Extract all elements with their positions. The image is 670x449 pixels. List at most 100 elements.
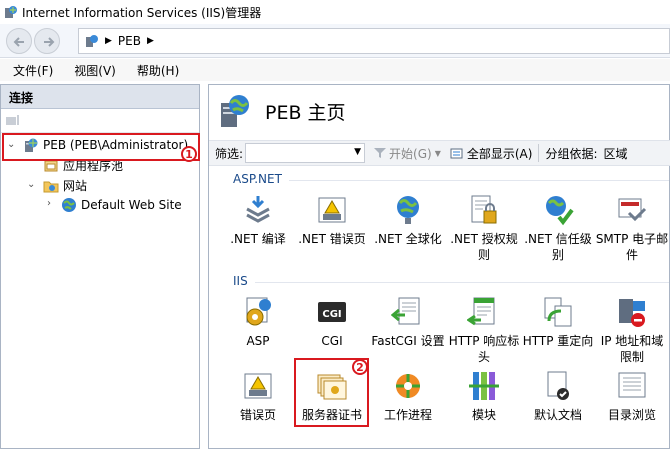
tree-item-label: Default Web Site [81,198,182,212]
feature-label: 错误页 [239,408,276,422]
feature-asp[interactable]: ASP [221,295,295,349]
dropdown-arrow-icon: ▼ [434,148,441,158]
error-pages-icon [244,373,272,399]
dropdown-arrow-icon[interactable]: ▼ [354,147,361,157]
address-bar: ▶ PEB ▶ [0,24,670,58]
back-button[interactable] [6,28,32,54]
feature-directory-browsing[interactable]: 目录浏览 [595,369,669,423]
tree-item-label: PEB (PEB\Administrator) [43,138,189,152]
tree-item-sites[interactable]: 网站 [43,177,87,194]
feature-label: .NET 全球化 [374,232,442,246]
worker-process-icon [396,374,420,398]
ip-restrict-icon [619,299,645,327]
smtp-icon [618,198,647,222]
home-header: PEB 主页 [217,93,346,129]
feature-net-authorization[interactable]: .NET 授权规则 [447,193,521,263]
asp-icon [246,297,271,326]
net-error-pages-icon [318,197,346,223]
tree-item-label: 网站 [63,179,88,193]
annotation-badge-1: 1 [181,146,197,162]
tree-item-app-pools[interactable]: 应用程序池 [43,157,123,174]
feature-net-compilation[interactable]: .NET 编译 [221,193,295,247]
menu-view[interactable]: 视图(V) [66,62,124,79]
show-all-button[interactable]: 全部显示(A) [449,145,533,162]
globe-icon [62,198,76,212]
page-title: PEB 主页 [265,101,346,124]
feature-worker-processes[interactable]: 工作进程 [371,369,445,423]
fastcgi-icon [391,297,420,325]
forward-arrow-icon [44,37,55,47]
connections-pane: 连接 ⌄ PEB (PEB\Administrator) 应用程序池 ⌄ 网站 … [0,84,200,449]
feature-http-headers[interactable]: HTTP 响应标头 [447,295,521,365]
funnel-icon [374,148,387,158]
tree-item-default-site[interactable]: Default Web Site [61,197,182,213]
app-pool-icon [44,160,58,171]
feature-label: .NET 编译 [230,232,286,246]
back-arrow-icon [13,37,24,47]
feature-label: 默认文档 [533,408,582,422]
server-large-icon [221,95,249,127]
net-trust-icon [546,196,574,226]
feature-net-globalization[interactable]: .NET 全球化 [371,193,445,247]
expand-chevron-icon[interactable]: ⌄ [7,139,15,150]
feature-http-redirect[interactable]: HTTP 重定向 [521,295,595,349]
feature-label: ASP [246,334,270,348]
feature-label: 服务器证书 [301,408,362,422]
start-label: 开始(G) [389,146,432,161]
feature-label: .NET 授权规则 [450,232,518,262]
home-pane: PEB 主页 筛选: ▼ 开始(G) ▼ 全部显示(A) 分组依据: 区域 AS… [208,84,670,449]
menu-file[interactable]: 文件(F) [5,62,61,79]
menu-help[interactable]: 帮助(H) [129,62,187,79]
address-field[interactable]: ▶ PEB ▶ [78,28,670,54]
feature-default-document[interactable]: 默认文档 [521,369,595,423]
window-title: Internet Information Services (IIS)管理器 [22,5,262,20]
feature-modules[interactable]: 模块 [447,369,521,423]
section-divider [255,282,669,283]
start-button[interactable]: 开始(G) ▼ [373,145,441,162]
feature-label: 工作进程 [383,408,432,422]
feature-fastcgi[interactable]: FastCGI 设置 [371,295,445,349]
collapsed-chevron-icon[interactable]: › [47,198,51,209]
chevron-right-icon[interactable]: ▶ [147,36,154,46]
toolbar-separator [538,144,540,162]
new-connection-icon[interactable] [5,113,21,127]
annotation-badge-2: 2 [352,359,368,375]
group-by-select[interactable]: 区域 [604,145,628,162]
svg-text:CGI: CGI [322,309,341,320]
title-bar: Internet Information Services (IIS)管理器 [0,0,670,24]
filter-label: 筛选: [215,146,244,161]
connections-heading: 连接 [1,85,199,109]
feature-server-certificates[interactable]: 服务器证书 [295,369,369,423]
feature-net-trust-levels[interactable]: .NET 信任级别 [521,193,595,263]
modules-icon [469,372,499,400]
filter-input[interactable]: ▼ [245,143,366,163]
feature-label: .NET 信任级别 [524,232,592,262]
section-heading-iis: IIS [233,274,248,288]
forward-button[interactable] [34,28,60,54]
address-path: PEB [117,34,141,48]
http-redirect-icon [544,297,572,327]
iis-app-icon [5,6,17,18]
net-authorization-icon [471,195,497,224]
expand-chevron-icon[interactable]: ⌄ [27,179,35,190]
feature-error-pages[interactable]: 错误页 [221,369,295,423]
http-headers-icon [467,297,495,326]
feature-cgi[interactable]: CGI CGI [295,295,369,349]
menu-bar: 文件(F) 视图(V) 帮助(H) [0,59,670,81]
default-doc-icon [547,371,569,400]
server-icon [25,138,38,152]
feature-label: HTTP 响应标头 [448,334,520,364]
feature-label: .NET 错误页 [298,232,366,246]
tree-item-label: 应用程序池 [63,159,124,173]
feature-ip-restrictions[interactable]: IP 地址和域限制 [595,295,669,365]
feature-net-error-pages[interactable]: .NET 错误页 [295,193,369,247]
tree-item-server[interactable]: PEB (PEB\Administrator) [23,137,188,153]
show-all-label: 全部显示(A) [466,146,533,161]
cgi-icon: CGI [318,302,346,322]
feature-label: IP 地址和域限制 [600,334,664,364]
feature-label: CGI [321,334,343,348]
feature-label: SMTP 电子邮件 [595,232,669,262]
feature-smtp-email[interactable]: SMTP 电子邮件 [595,193,669,263]
dir-browse-icon [618,372,646,398]
net-globalization-icon [397,196,419,224]
